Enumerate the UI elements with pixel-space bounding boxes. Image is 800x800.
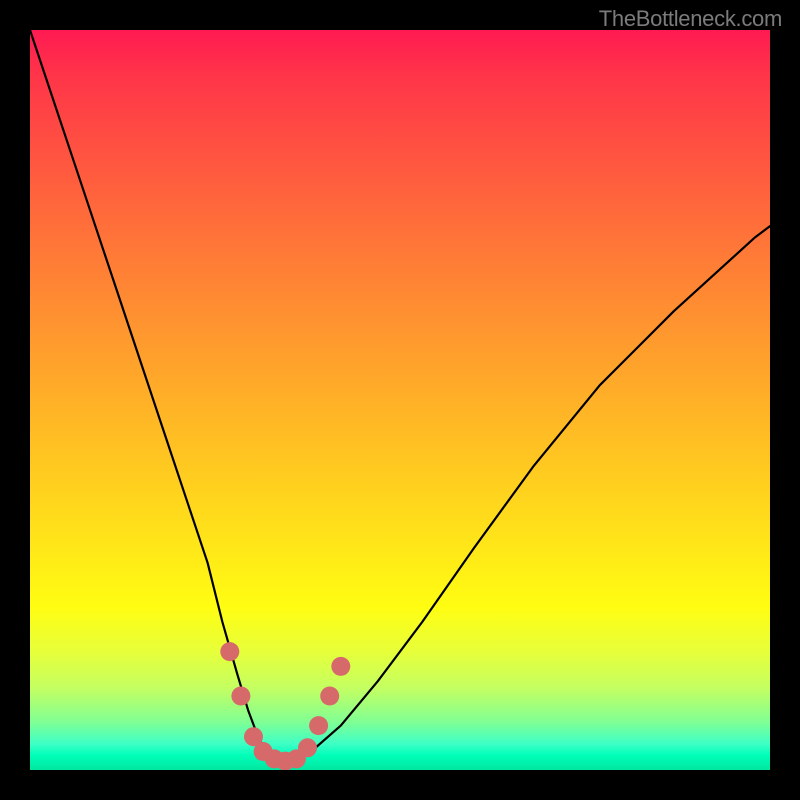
highlight-dot	[331, 657, 350, 676]
bottleneck-chart	[30, 30, 770, 770]
highlight-dot	[320, 687, 339, 706]
highlight-dot	[298, 738, 317, 757]
highlight-dots-group	[220, 642, 350, 770]
highlight-dot	[231, 687, 250, 706]
bottleneck-curve-line	[30, 30, 770, 763]
watermark-text: TheBottleneck.com	[599, 6, 782, 32]
highlight-dot	[220, 642, 239, 661]
highlight-dot	[309, 716, 328, 735]
